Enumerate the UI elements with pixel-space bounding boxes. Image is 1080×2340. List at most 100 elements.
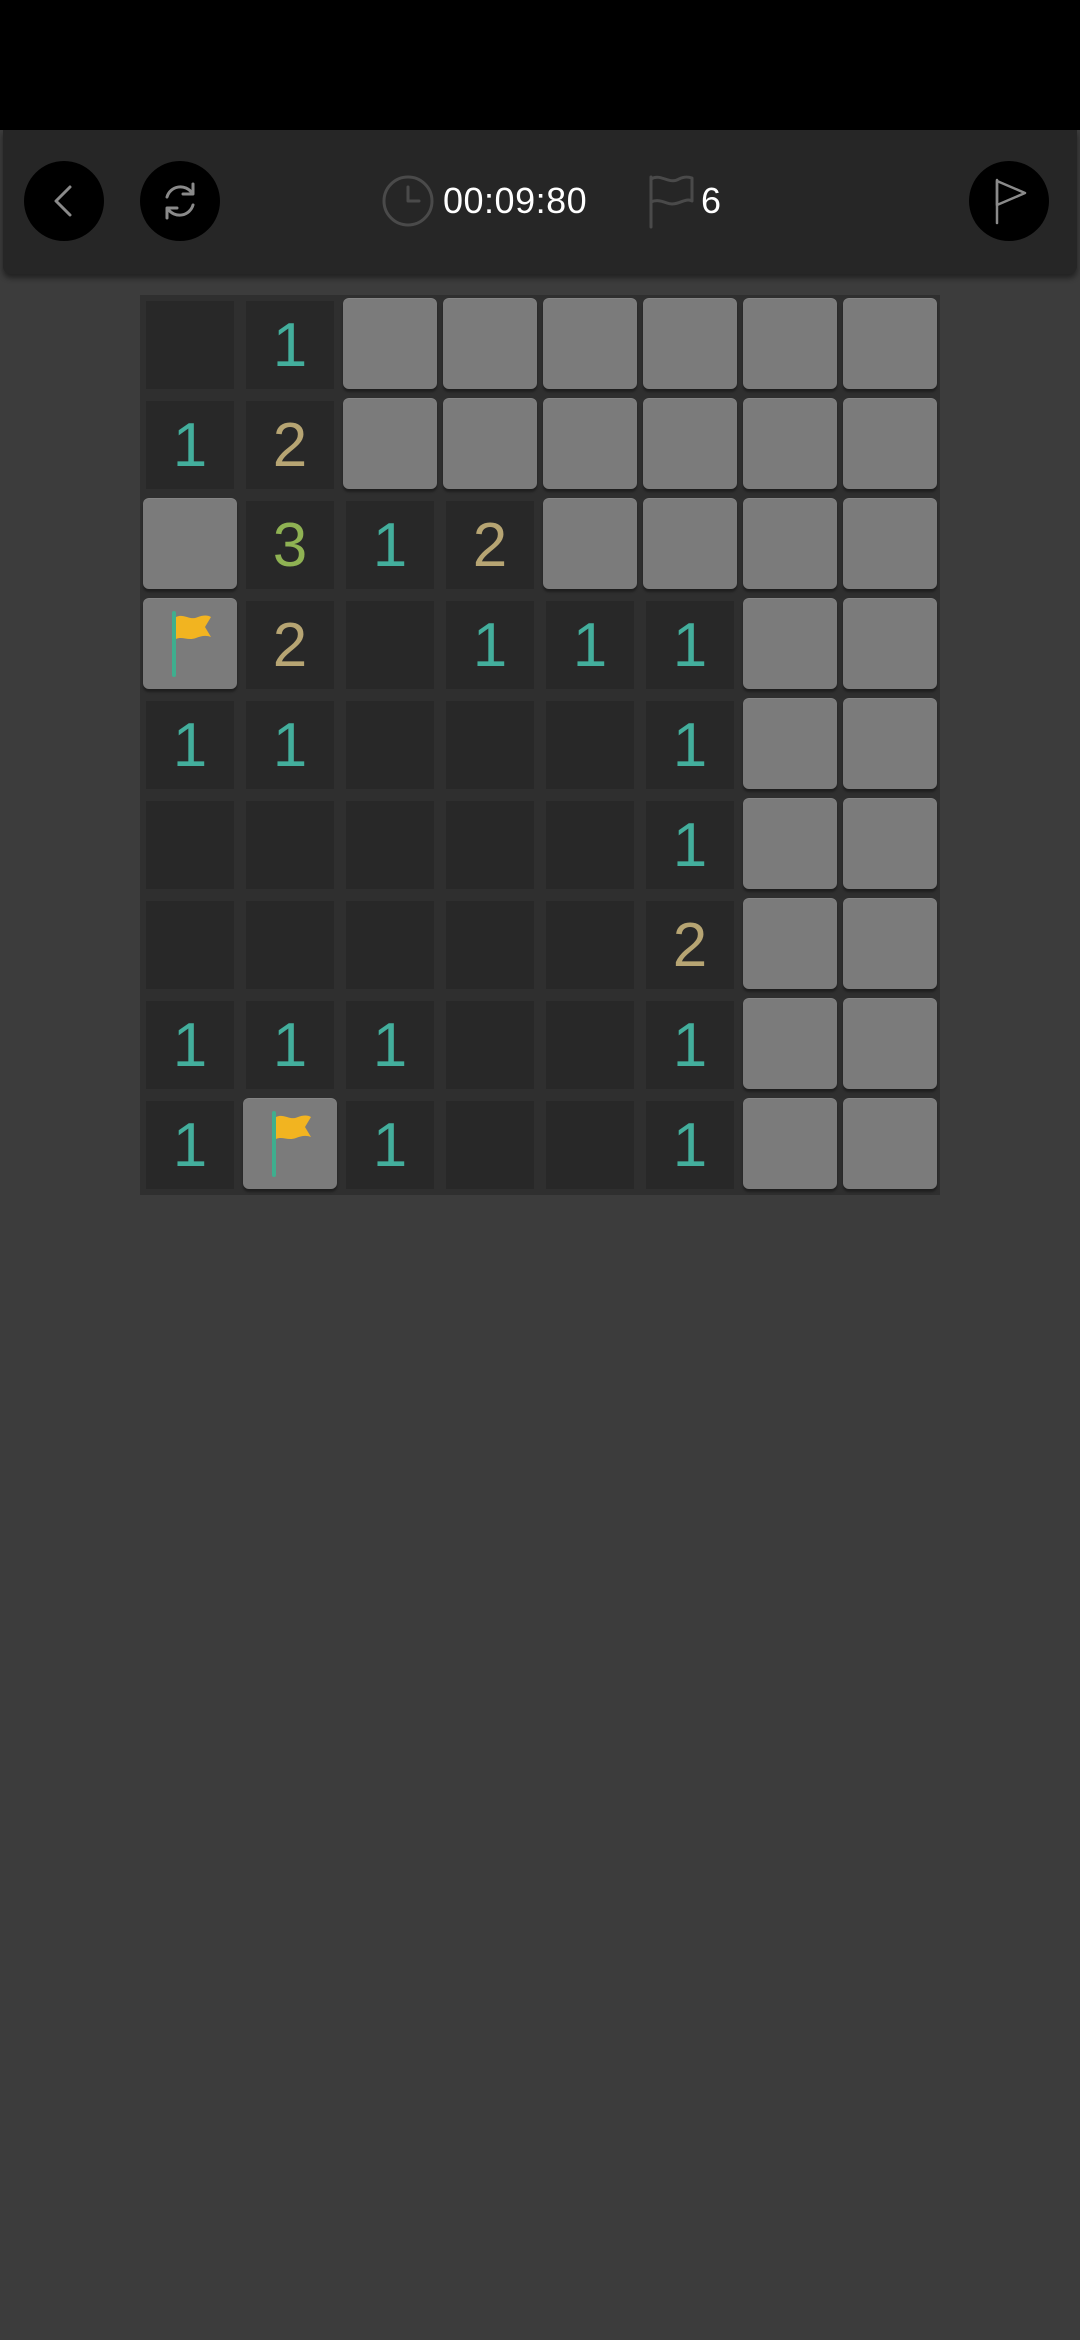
hidden-cell[interactable]: [840, 895, 940, 995]
hidden-cell[interactable]: [640, 295, 740, 395]
cell-number: 1: [672, 710, 708, 780]
hidden-cell[interactable]: [840, 495, 940, 595]
flag-icon: [272, 1111, 311, 1177]
cell-number: 3: [272, 510, 308, 580]
hidden-cell[interactable]: [740, 795, 840, 895]
cell-number: 1: [172, 1110, 208, 1180]
hidden-cell[interactable]: [640, 495, 740, 595]
hidden-cell[interactable]: [640, 395, 740, 495]
empty-cell[interactable]: [340, 795, 440, 895]
flagged-cell[interactable]: [140, 595, 240, 695]
number-cell[interactable]: 1: [340, 995, 440, 1095]
empty-cell[interactable]: [540, 795, 640, 895]
flag-mode-button[interactable]: [969, 161, 1049, 241]
number-cell[interactable]: 2: [640, 895, 740, 995]
cell-number: 1: [172, 710, 208, 780]
hidden-cell[interactable]: [740, 695, 840, 795]
cell-number: 1: [172, 1010, 208, 1080]
empty-cell[interactable]: [140, 895, 240, 995]
clock-icon: [382, 175, 434, 227]
cell-number: 1: [272, 1010, 308, 1080]
hidden-cell[interactable]: [840, 695, 940, 795]
hidden-cell[interactable]: [540, 295, 640, 395]
hidden-cell[interactable]: [540, 495, 640, 595]
hidden-cell[interactable]: [840, 1095, 940, 1195]
number-cell[interactable]: 1: [340, 495, 440, 595]
empty-cell[interactable]: [540, 695, 640, 795]
hidden-cell[interactable]: [740, 1095, 840, 1195]
number-cell[interactable]: 1: [240, 295, 340, 395]
number-cell[interactable]: 1: [140, 395, 240, 495]
number-cell[interactable]: 1: [340, 1095, 440, 1195]
number-cell[interactable]: 1: [640, 795, 740, 895]
empty-cell[interactable]: [440, 1095, 540, 1195]
empty-cell[interactable]: [240, 795, 340, 895]
number-cell[interactable]: 1: [240, 695, 340, 795]
number-cell[interactable]: 2: [240, 395, 340, 495]
empty-cell[interactable]: [340, 595, 440, 695]
restart-icon: [165, 182, 195, 220]
number-cell[interactable]: 1: [640, 695, 740, 795]
empty-cell[interactable]: [140, 795, 240, 895]
hidden-cell[interactable]: [840, 995, 940, 1095]
number-cell[interactable]: 2: [440, 495, 540, 595]
cell-number: 1: [372, 510, 408, 580]
hidden-cell[interactable]: [740, 495, 840, 595]
empty-cell[interactable]: [440, 995, 540, 1095]
cell-number: 2: [272, 410, 308, 480]
empty-cell[interactable]: [240, 895, 340, 995]
empty-cell[interactable]: [440, 795, 540, 895]
flagged-cell[interactable]: [240, 1095, 340, 1195]
cell-number: 1: [272, 710, 308, 780]
hidden-cell[interactable]: [440, 295, 540, 395]
empty-cell[interactable]: [140, 295, 240, 395]
empty-cell[interactable]: [540, 1095, 640, 1195]
flags-remaining: 6: [701, 180, 722, 221]
number-cell[interactable]: 1: [140, 1095, 240, 1195]
empty-cell[interactable]: [540, 895, 640, 995]
empty-cell[interactable]: [440, 695, 540, 795]
back-button[interactable]: [24, 161, 104, 241]
number-cell[interactable]: 1: [640, 595, 740, 695]
number-cell[interactable]: 1: [540, 595, 640, 695]
minefield-board: 1123122111111121111111: [140, 295, 940, 1195]
cell-number: 1: [372, 1010, 408, 1080]
flag-mode-icon: [995, 178, 1027, 225]
hidden-cell[interactable]: [740, 995, 840, 1095]
empty-cell[interactable]: [340, 895, 440, 995]
cell-number: 1: [672, 810, 708, 880]
hidden-cell[interactable]: [740, 295, 840, 395]
hidden-cell[interactable]: [340, 395, 440, 495]
number-cell[interactable]: 3: [240, 495, 340, 595]
hidden-cell[interactable]: [740, 395, 840, 495]
number-cell[interactable]: 1: [640, 1095, 740, 1195]
hidden-cell[interactable]: [840, 595, 940, 695]
hidden-cell[interactable]: [440, 395, 540, 495]
game-toolbar: 00:09:80 6: [3, 130, 1077, 274]
number-cell[interactable]: 1: [240, 995, 340, 1095]
hidden-cell[interactable]: [840, 795, 940, 895]
timer: 00:09:80: [381, 172, 587, 230]
hidden-cell[interactable]: [740, 895, 840, 995]
number-cell[interactable]: 1: [640, 995, 740, 1095]
cell-number: 1: [672, 1010, 708, 1080]
cell-number: 1: [472, 610, 508, 680]
number-cell[interactable]: 1: [140, 695, 240, 795]
cell-number: 1: [372, 1110, 408, 1180]
hidden-cell[interactable]: [740, 595, 840, 695]
hidden-cell[interactable]: [140, 495, 240, 595]
cell-number: 1: [172, 410, 208, 480]
hidden-cell[interactable]: [840, 295, 940, 395]
restart-button[interactable]: [140, 161, 220, 241]
hidden-cell[interactable]: [840, 395, 940, 495]
hidden-cell[interactable]: [340, 295, 440, 395]
number-cell[interactable]: 1: [440, 595, 540, 695]
hidden-cell[interactable]: [540, 395, 640, 495]
empty-cell[interactable]: [340, 695, 440, 795]
cell-number: 2: [272, 610, 308, 680]
empty-cell[interactable]: [540, 995, 640, 1095]
cell-number: 1: [672, 1110, 708, 1180]
empty-cell[interactable]: [440, 895, 540, 995]
number-cell[interactable]: 1: [140, 995, 240, 1095]
number-cell[interactable]: 2: [240, 595, 340, 695]
